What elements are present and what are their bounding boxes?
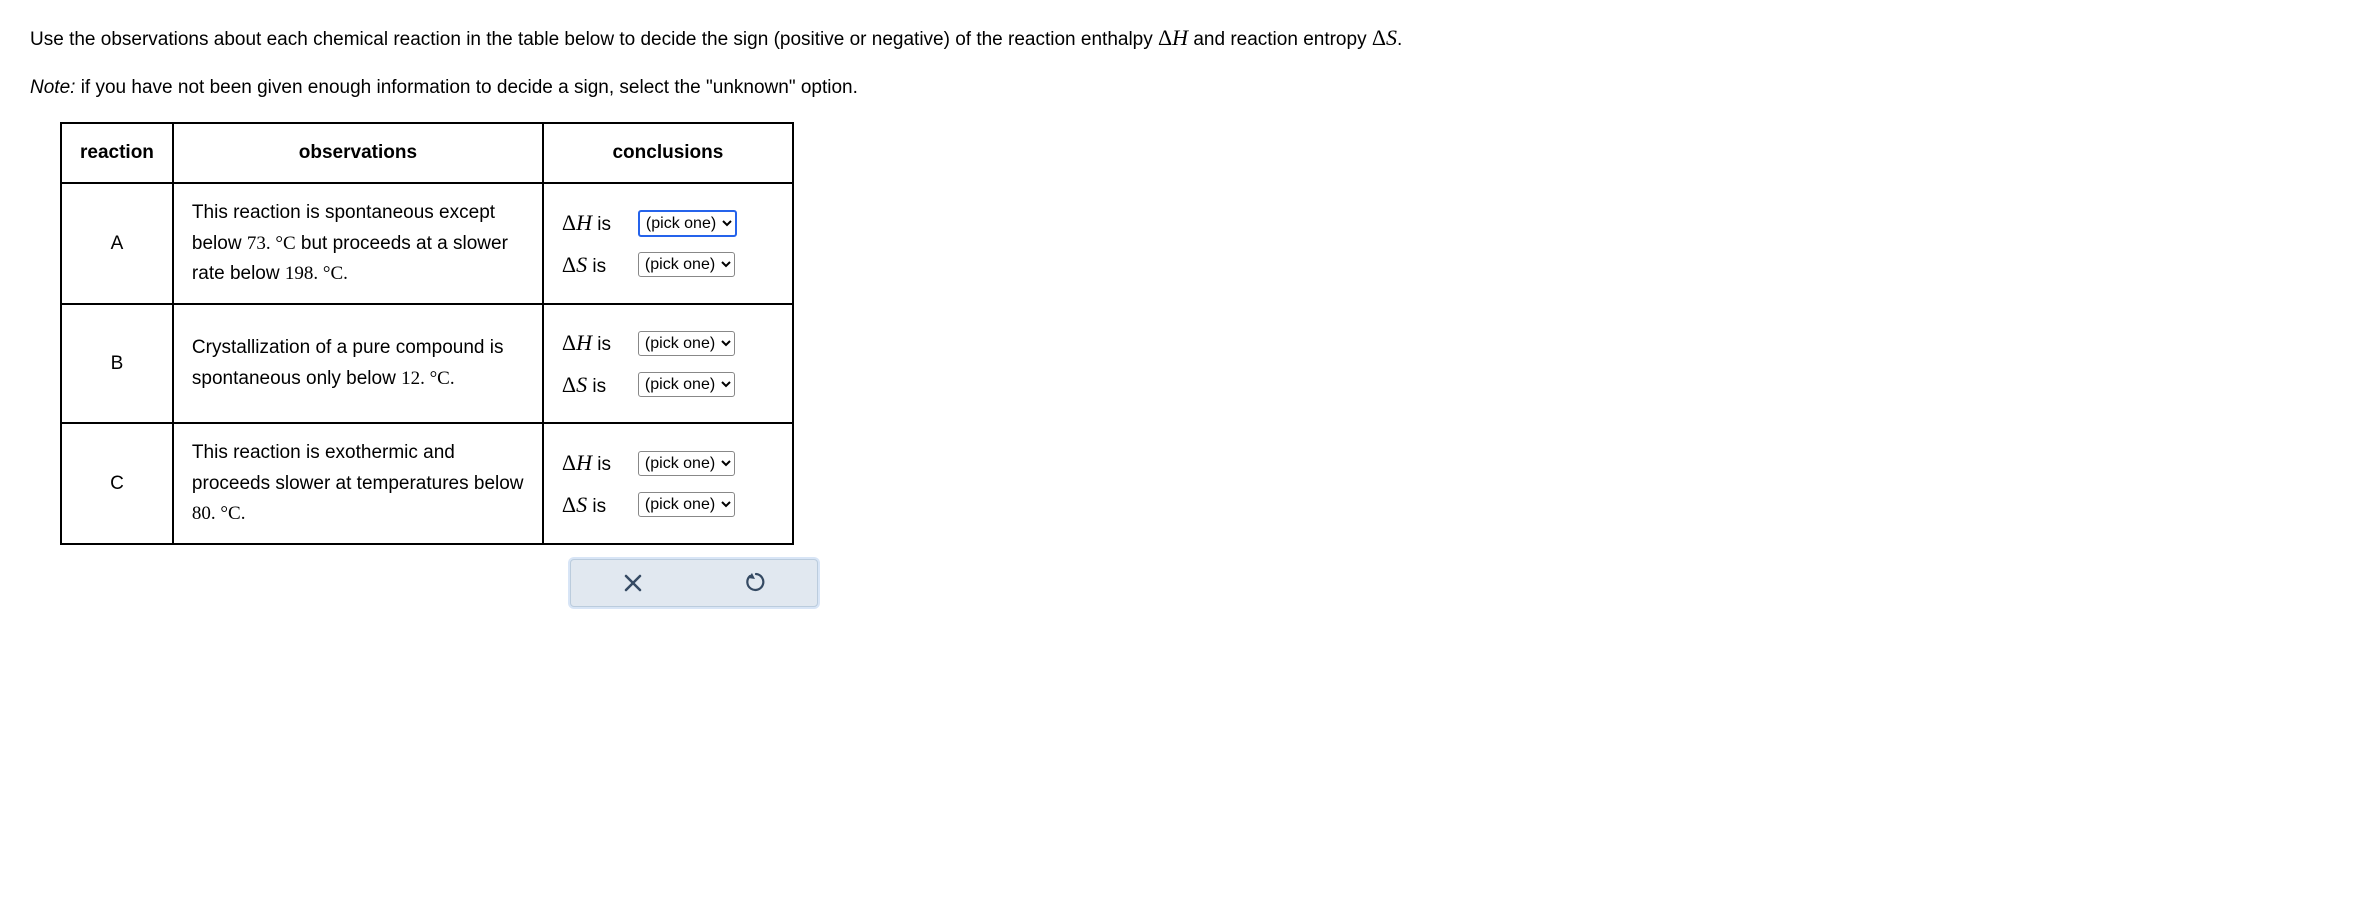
obs-b-num1: 12. °C.	[401, 368, 455, 389]
obs-c-num1: 80. °C.	[192, 503, 246, 524]
obs-a-num1: 73. °C	[247, 233, 296, 254]
dh-select-b[interactable]: (pick one)positivenegativeunknown	[638, 331, 735, 356]
observation-b: Crystallization of a pure compound is sp…	[173, 304, 543, 423]
header-observations: observations	[173, 123, 543, 183]
observation-a: This reaction is spontaneous except belo…	[173, 183, 543, 304]
reactions-table: reaction observations conclusions A This…	[60, 122, 794, 546]
observation-c: This reaction is exothermic and proceeds…	[173, 423, 543, 544]
note-body: if you have not been given enough inform…	[75, 77, 857, 98]
header-conclusions: conclusions	[543, 123, 793, 183]
action-toolbar	[570, 559, 818, 607]
note-label: Note:	[30, 77, 75, 98]
ds-select-b[interactable]: (pick one)positivenegativeunknown	[638, 372, 735, 397]
dh-label-c: ΔH is	[562, 445, 628, 480]
obs-b-pre: Crystallization of a pure compound is sp…	[192, 337, 504, 388]
ds-label-b: ΔS is	[562, 367, 628, 402]
reaction-label-b: B	[61, 304, 173, 423]
dh-label-a: ΔH is	[562, 205, 628, 240]
header-reaction: reaction	[61, 123, 173, 183]
table-row: C This reaction is exothermic and procee…	[61, 423, 793, 544]
prompt-text-pre: Use the observations about each chemical…	[30, 29, 1158, 50]
conclusions-a: ΔH is (pick one)positivenegativeunknown …	[543, 183, 793, 304]
dh-label-b: ΔH is	[562, 325, 628, 360]
ds-label-c: ΔS is	[562, 487, 628, 522]
obs-a-num2: 198. °C.	[285, 263, 348, 284]
ds-select-a[interactable]: (pick one)positivenegativeunknown	[638, 252, 735, 277]
dh-select-a[interactable]: (pick one)positivenegativeunknown	[638, 210, 737, 237]
ds-label-a: ΔS is	[562, 247, 628, 282]
ds-select-c[interactable]: (pick one)positivenegativeunknown	[638, 492, 735, 517]
table-header-row: reaction observations conclusions	[61, 123, 793, 183]
delta-s-symbol: ΔS	[1372, 25, 1397, 50]
reaction-label-a: A	[61, 183, 173, 304]
clear-button[interactable]	[613, 563, 653, 603]
prompt-text-post: .	[1397, 29, 1402, 50]
conclusions-c: ΔH is (pick one)positivenegativeunknown …	[543, 423, 793, 544]
reaction-label-c: C	[61, 423, 173, 544]
conclusions-b: ΔH is (pick one)positivenegativeunknown …	[543, 304, 793, 423]
obs-c-pre: This reaction is exothermic and proceeds…	[192, 442, 524, 493]
undo-icon	[745, 572, 767, 594]
delta-h-symbol: ΔH	[1158, 25, 1188, 50]
reset-button[interactable]	[736, 563, 776, 603]
question-prompt: Use the observations about each chemical…	[30, 20, 2330, 104]
table-row: B Crystallization of a pure compound is …	[61, 304, 793, 423]
prompt-text-mid: and reaction entropy	[1188, 29, 1372, 50]
table-row: A This reaction is spontaneous except be…	[61, 183, 793, 304]
dh-select-c[interactable]: (pick one)positivenegativeunknown	[638, 451, 735, 476]
close-icon	[623, 573, 643, 593]
